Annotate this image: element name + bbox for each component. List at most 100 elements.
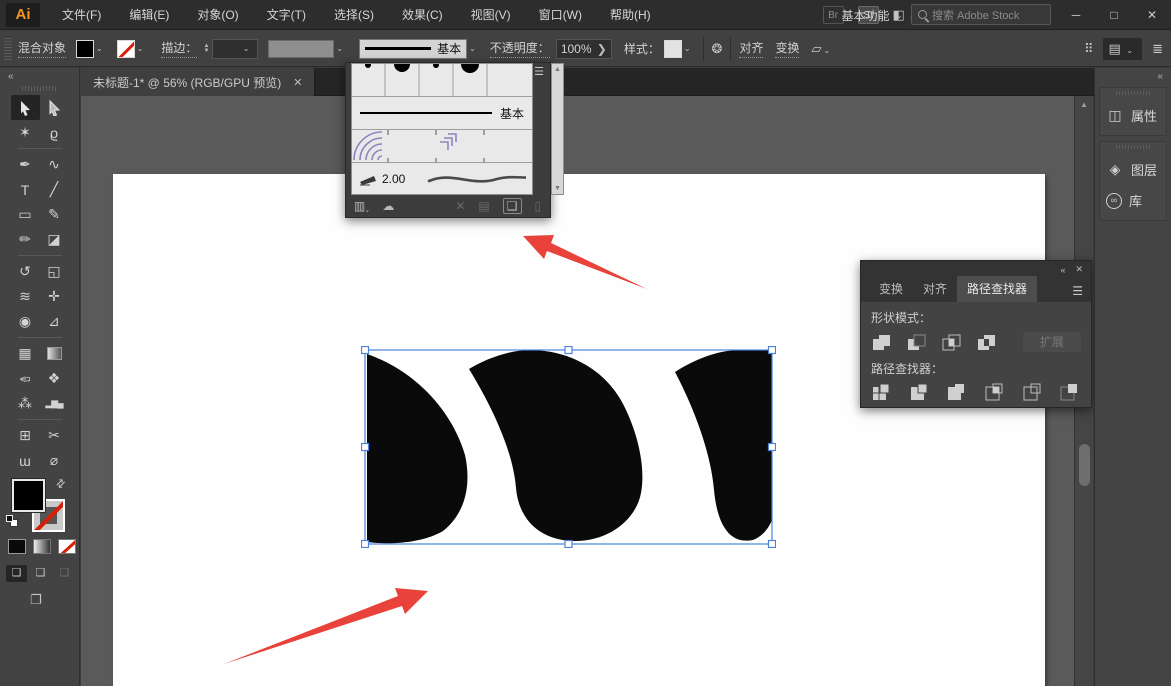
fill-color-swatch[interactable] — [76, 40, 94, 58]
blob-shape-2[interactable] — [469, 350, 642, 541]
selection-type-label[interactable]: 混合对象 — [18, 39, 66, 58]
intersect-icon[interactable] — [941, 333, 961, 352]
rectangle-tool[interactable]: ▭ — [11, 202, 40, 227]
artboard-tool[interactable]: ⊞ — [11, 423, 40, 448]
change-screen-mode-icon[interactable]: ❐ — [30, 592, 42, 608]
blob-shape-1[interactable] — [367, 354, 467, 543]
minimize-button[interactable]: ─ — [1057, 0, 1095, 30]
handle-top-left[interactable] — [362, 347, 369, 354]
mesh-tool[interactable]: ▦ — [11, 341, 40, 366]
tab-transform[interactable]: 变换 — [869, 276, 913, 302]
tab-pathfinder[interactable]: 路径查找器 — [957, 276, 1037, 302]
brush-options-icon[interactable]: ▤ — [478, 199, 489, 213]
chevron-down-icon[interactable]: ⌄ — [336, 44, 343, 53]
close-button[interactable]: ✕ — [1133, 0, 1171, 30]
scale-tool[interactable]: ◱ — [40, 259, 69, 284]
transform-link[interactable]: 变换 — [775, 39, 799, 58]
shaper-tool[interactable]: ✏ — [11, 227, 40, 252]
control-bar-menu-icon[interactable]: ≣ — [1152, 41, 1163, 57]
dock-grip[interactable] — [1116, 145, 1150, 149]
align-link[interactable]: 对齐 — [739, 39, 763, 58]
document-tab[interactable]: 未标题-1* @ 56% (RGB/GPU 预览) ✕ — [81, 68, 315, 96]
hand-tool[interactable]: ɯ — [11, 448, 40, 473]
style-label[interactable]: 样式： — [624, 40, 660, 57]
eraser-tool[interactable]: ◪ — [40, 227, 69, 252]
menu-item-6[interactable]: 视图(V) — [461, 0, 521, 30]
minus-back-icon[interactable] — [1059, 383, 1081, 402]
color-mode-button[interactable] — [8, 539, 26, 554]
paintbrush-tool[interactable]: ✎ — [40, 202, 69, 227]
symbol-sprayer-tool[interactable]: ⁂ — [11, 391, 40, 416]
chevron-right-icon[interactable]: ❯ — [597, 42, 607, 56]
menu-item-0[interactable]: 文件(F) — [52, 0, 111, 30]
handle-middle-left[interactable] — [362, 444, 369, 451]
close-tab-icon[interactable]: ✕ — [293, 76, 302, 89]
handle-bottom-center[interactable] — [565, 541, 572, 548]
unite-icon[interactable] — [871, 333, 891, 352]
column-graph-tool[interactable]: ▂▆▄ — [40, 391, 69, 416]
brush-row-calligraphic[interactable]: 2.00 — [352, 163, 532, 196]
stroke-weight-field[interactable]: ⌄ — [212, 39, 258, 59]
handle-top-right[interactable] — [769, 347, 776, 354]
swap-fill-stroke-icon[interactable]: ⇄ — [53, 476, 69, 492]
brush-libraries-menu-icon[interactable]: ▥˯ — [354, 199, 369, 213]
menu-item-5[interactable]: 效果(C) — [392, 0, 453, 30]
menu-item-1[interactable]: 编辑(E) — [119, 0, 179, 30]
pen-tool[interactable]: ✒ — [11, 152, 40, 177]
line-segment-tool[interactable]: ╱ — [40, 177, 69, 202]
dock-grip[interactable] — [1116, 91, 1150, 95]
collapse-toolbar-icon[interactable]: « — [0, 68, 79, 82]
brush-list-scrollbar[interactable]: ▲ ▼ — [551, 63, 564, 195]
libraries-panel-icon[interactable]: ☁ — [382, 199, 394, 213]
delete-brush-icon[interactable]: ▯ — [535, 199, 542, 213]
chevron-down-icon[interactable]: ⌄ — [469, 44, 476, 53]
brush-definition-dropdown[interactable]: 基本 — [359, 39, 467, 59]
gradient-mode-button[interactable] — [33, 539, 51, 554]
fill-proxy-swatch[interactable] — [12, 479, 45, 512]
menu-item-2[interactable]: 对象(O) — [187, 0, 248, 30]
zoom-tool[interactable]: ⌀ — [40, 448, 69, 473]
opacity-label[interactable]: 不透明度： — [490, 39, 550, 58]
menu-item-7[interactable]: 窗口(W) — [529, 0, 592, 30]
trim-icon[interactable] — [909, 383, 931, 402]
scroll-down-icon[interactable]: ▼ — [554, 185, 561, 192]
dock-item-properties[interactable]: ◫ 属性 — [1100, 100, 1166, 131]
tab-align[interactable]: 对齐 — [913, 276, 957, 302]
brush-row-pattern[interactable] — [352, 130, 532, 163]
rotate-tool[interactable]: ↺ — [11, 259, 40, 284]
collapse-panel-icon[interactable]: « — [1060, 265, 1065, 275]
panel-layout-icon[interactable]: ▤ ⌄ — [1103, 38, 1142, 60]
control-bar-grip[interactable] — [4, 38, 12, 60]
new-brush-icon[interactable]: ❑ — [503, 198, 522, 214]
handle-top-center[interactable] — [565, 347, 572, 354]
isolate-selected-object-icon[interactable]: ▱⌄ — [811, 41, 834, 57]
dock-item-layers[interactable]: ◈ 图层 — [1100, 154, 1166, 185]
brush-row-basic[interactable]: 基本 — [352, 97, 532, 130]
handle-middle-right[interactable] — [769, 444, 776, 451]
scrollbar-thumb[interactable] — [1079, 444, 1090, 486]
chevron-down-icon[interactable]: ⌄ — [684, 44, 691, 53]
slice-tool[interactable]: ✂ — [40, 423, 69, 448]
width-tool[interactable]: ≋ — [11, 284, 40, 309]
opacity-field[interactable]: 100% ❯ — [556, 39, 612, 59]
crop-icon[interactable] — [984, 383, 1006, 402]
blend-tool[interactable]: ❖ — [40, 366, 69, 391]
collapse-dock-icon[interactable]: « — [1095, 68, 1171, 82]
draw-inside-button[interactable]: ❏ — [54, 565, 75, 582]
divide-icon[interactable] — [871, 383, 893, 402]
stroke-weight-stepper[interactable]: ▲▼ — [203, 44, 209, 54]
type-tool[interactable]: T — [11, 177, 40, 202]
brush-row-round-tips[interactable] — [352, 64, 532, 97]
curvature-tool[interactable]: ∿ — [40, 152, 69, 177]
puppet-warp-tool[interactable]: ✛ — [40, 284, 69, 309]
dock-item-libraries[interactable]: ∞ 库 — [1100, 185, 1166, 216]
style-swatch[interactable] — [664, 40, 682, 58]
exclude-icon[interactable] — [976, 333, 996, 352]
stroke-color-swatch[interactable] — [117, 40, 135, 58]
draw-normal-button[interactable]: ❏ — [6, 565, 27, 582]
gradient-tool[interactable] — [40, 341, 69, 366]
blob-shape-3[interactable] — [675, 350, 772, 541]
merge-icon[interactable] — [946, 383, 968, 402]
handle-bottom-left[interactable] — [362, 541, 369, 548]
draw-behind-button[interactable]: ❏ — [30, 565, 51, 582]
